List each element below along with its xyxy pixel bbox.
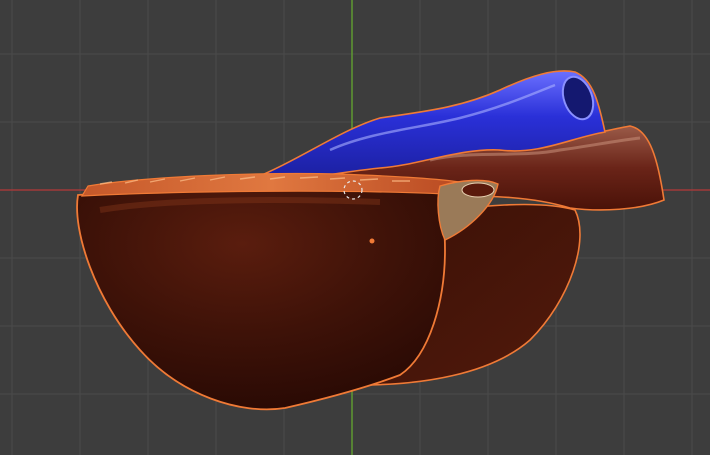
object-origin-dot[interactable] [369,238,375,244]
gallbladder-opening [461,182,495,198]
3d-viewport[interactable] [0,0,710,455]
liver-body [76,187,446,411]
liver-model[interactable] [0,0,710,455]
